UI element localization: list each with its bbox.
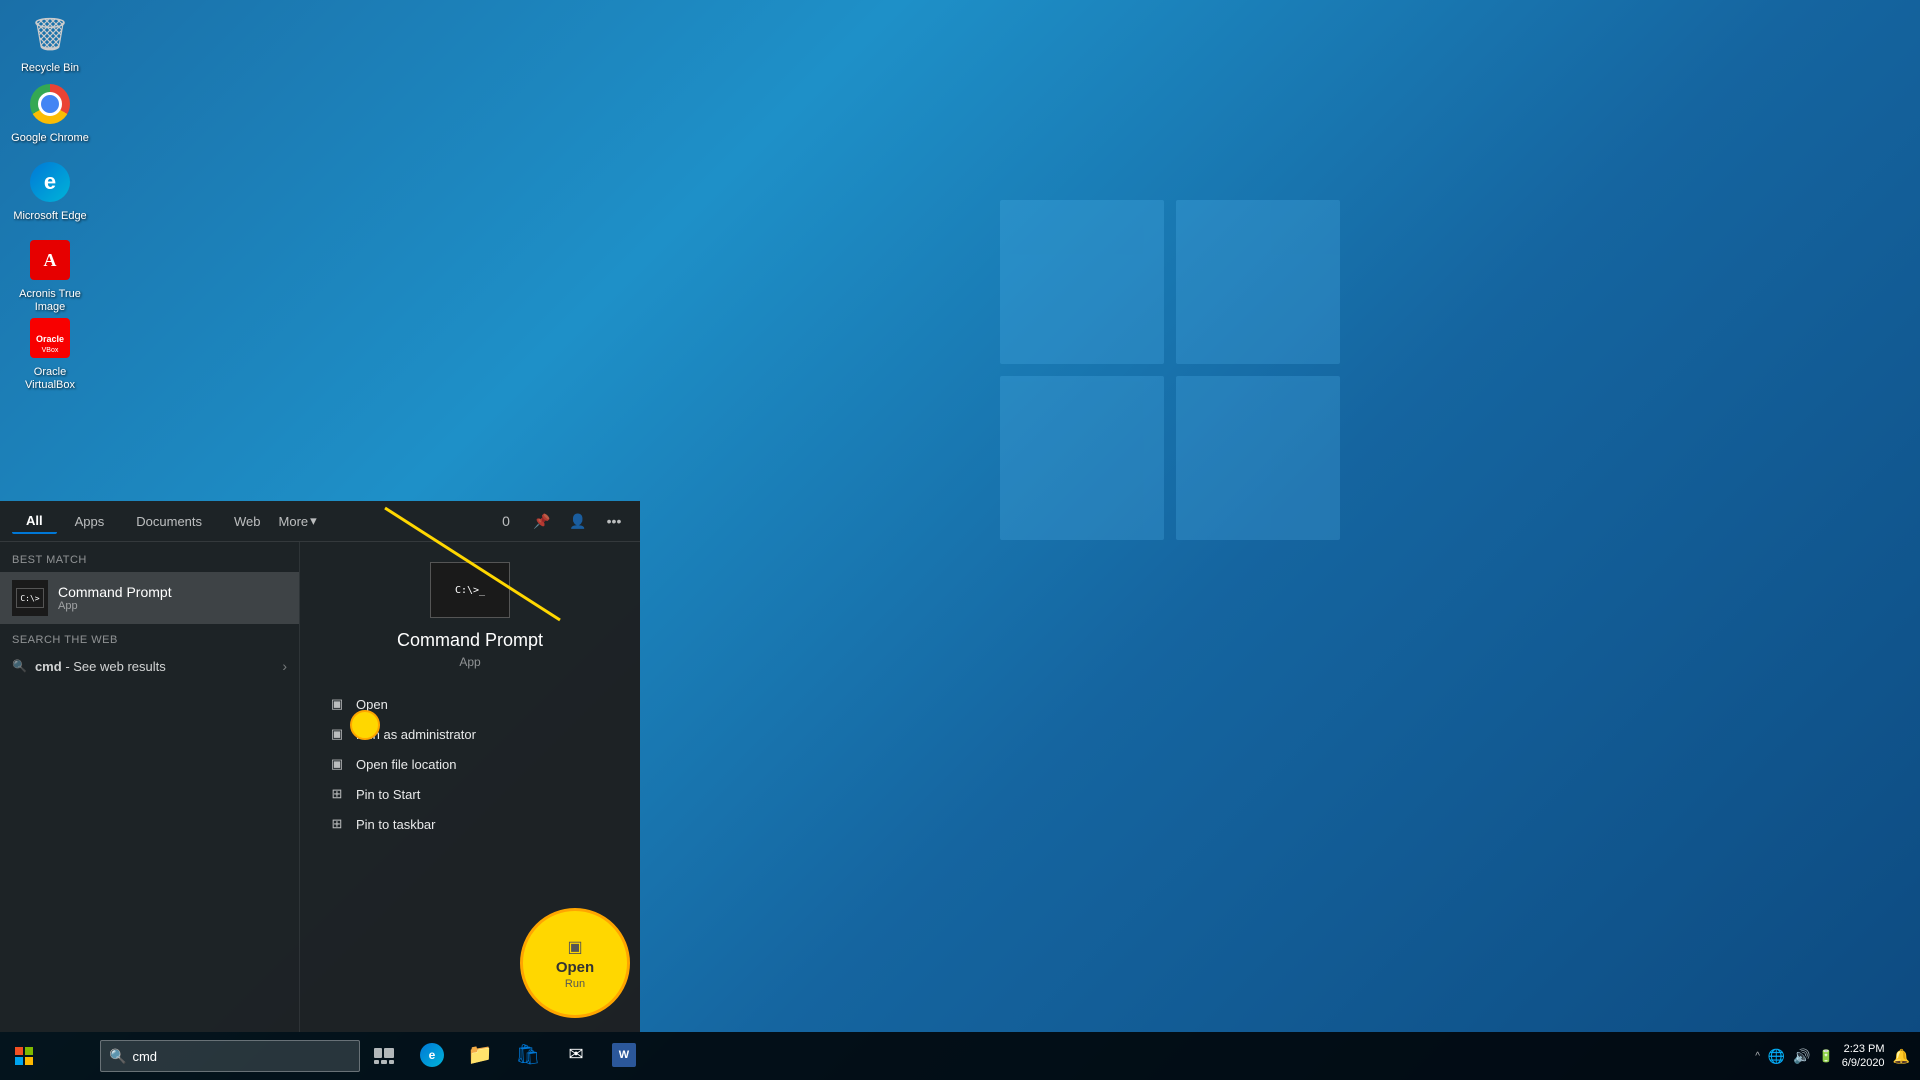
tab-icon-count: 0 [492, 507, 520, 535]
result-name: Command Prompt [58, 584, 172, 600]
clock-display[interactable]: 2:23 PM 6/9/2020 [1842, 1042, 1885, 1071]
google-chrome-icon[interactable]: Google Chrome [10, 80, 90, 145]
notification-icon[interactable]: 🔔 [1893, 1048, 1910, 1065]
oracle-label: Oracle VirtualBox [10, 366, 90, 392]
network-icon: 🌐 [1768, 1048, 1785, 1065]
volume-icon[interactable]: 🔊 [1793, 1048, 1810, 1065]
recycle-bin-icon[interactable]: 🗑 Recycle Bin [10, 10, 90, 75]
edge-label: Microsoft Edge [13, 210, 86, 223]
clock-time: 2:23 PM [1842, 1042, 1885, 1056]
desktop: 🗑 Recycle Bin Google Chrome e Microsoft … [0, 0, 1920, 1080]
taskbar-word-app[interactable]: W [600, 1032, 648, 1080]
annotation-dot [350, 710, 380, 740]
edge-app-icon: e [420, 1043, 444, 1067]
pin-start-icon: ⊞ [328, 786, 346, 802]
clock-date: 6/9/2020 [1842, 1056, 1885, 1070]
pin-start-label: Pin to Start [356, 787, 420, 802]
file-location-label: Open file location [356, 757, 456, 772]
chrome-label: Google Chrome [11, 132, 89, 145]
taskbar-search-bar[interactable]: 🔍 [100, 1040, 360, 1072]
system-tray: ^ 🌐 🔊 🔋 2:23 PM 6/9/2020 🔔 [1755, 1042, 1920, 1071]
taskbar-search-icon: 🔍 [109, 1048, 126, 1065]
svg-text:Oracle: Oracle [36, 334, 64, 344]
search-web-label: Search the web [12, 634, 287, 646]
battery-icon: 🔋 [1819, 1049, 1834, 1063]
pin-taskbar-icon: ⊞ [328, 816, 346, 832]
search-tabs: All Apps Documents Web More ▾ 0 📌 👤 ••• [0, 501, 640, 542]
start-button[interactable] [0, 1032, 48, 1080]
search-web-section: Search the web 🔍 cmd - See web results › [0, 628, 299, 686]
best-match-label: Best match [0, 554, 299, 572]
run-admin-icon: ▣ [328, 726, 346, 742]
tray-chevron[interactable]: ^ [1755, 1051, 1760, 1062]
tab-apps[interactable]: Apps [61, 510, 119, 533]
svg-text:A: A [44, 250, 57, 270]
action-pin-taskbar[interactable]: ⊞ Pin to taskbar [320, 809, 620, 839]
tab-icon-pin[interactable]: 📌 [528, 507, 556, 535]
task-view-button[interactable] [360, 1032, 408, 1080]
web-result-left: 🔍 cmd - See web results [12, 659, 166, 674]
web-result-item[interactable]: 🔍 cmd - See web results › [12, 652, 287, 680]
mail-icon: ✉ [568, 1044, 583, 1065]
store-icon: 🛍 [515, 1042, 540, 1067]
circle-run-label: Run [565, 978, 585, 990]
file-location-icon: ▣ [328, 756, 346, 772]
circle-open-label: Open [556, 959, 594, 976]
open-label: Open [356, 697, 388, 712]
taskbar-explorer-app[interactable]: 📁 [456, 1032, 504, 1080]
result-type: App [58, 600, 172, 612]
taskbar-search-input[interactable] [132, 1049, 351, 1064]
cmd-big-name: Command Prompt [397, 630, 543, 651]
open-icon: ▣ [328, 696, 346, 712]
tab-icon-group: 0 📌 👤 ••• [492, 507, 628, 535]
web-arrow-icon: › [282, 658, 287, 674]
taskbar-edge-app[interactable]: e [408, 1032, 456, 1080]
tab-documents[interactable]: Documents [122, 510, 216, 533]
tab-icon-user[interactable]: 👤 [564, 507, 592, 535]
windows-logo-icon [15, 1047, 33, 1065]
action-open-file-location[interactable]: ▣ Open file location [320, 749, 620, 779]
tab-more[interactable]: More ▾ [279, 513, 317, 529]
cmd-big-type: App [459, 655, 480, 669]
cmd-big-icon: C:\>_ [430, 562, 510, 618]
tab-web[interactable]: Web [220, 510, 275, 533]
pin-taskbar-label: Pin to taskbar [356, 817, 436, 832]
left-panel: Best match C:\> Command Prompt App Searc… [0, 542, 300, 1032]
result-text: Command Prompt App [58, 584, 172, 612]
web-result-text: cmd - See web results [35, 659, 166, 674]
tab-icon-more[interactable]: ••• [600, 507, 628, 535]
recycle-bin-label: Recycle Bin [21, 62, 79, 75]
svg-text:VBox: VBox [42, 347, 59, 354]
annotation-circle-big: ▣ Open Run [520, 908, 630, 1018]
search-web-icon: 🔍 [12, 659, 27, 673]
acronis-label: Acronis True Image [10, 288, 90, 314]
cmd-icon-small: C:\> [16, 588, 44, 608]
oracle-virtualbox-icon[interactable]: Oracle VBox Oracle VirtualBox [10, 314, 90, 392]
microsoft-edge-icon[interactable]: e Microsoft Edge [10, 158, 90, 223]
word-icon: W [612, 1043, 636, 1067]
tab-all[interactable]: All [12, 509, 57, 534]
taskbar: 🔍 e 📁 🛍 ✉ W [0, 1032, 1920, 1080]
taskbar-mail-app[interactable]: ✉ [552, 1032, 600, 1080]
acronis-true-image-icon[interactable]: A Acronis True Image [10, 236, 90, 314]
windows-logo-desktop [1000, 200, 1340, 540]
task-view-icon [374, 1048, 394, 1064]
circle-open-icon: ▣ [567, 937, 582, 957]
best-match-item[interactable]: C:\> Command Prompt App [0, 572, 299, 624]
explorer-icon: 📁 [468, 1042, 493, 1067]
taskbar-store-app[interactable]: 🛍 [504, 1032, 552, 1080]
action-pin-start[interactable]: ⊞ Pin to Start [320, 779, 620, 809]
cmd-result-icon: C:\> [12, 580, 48, 616]
